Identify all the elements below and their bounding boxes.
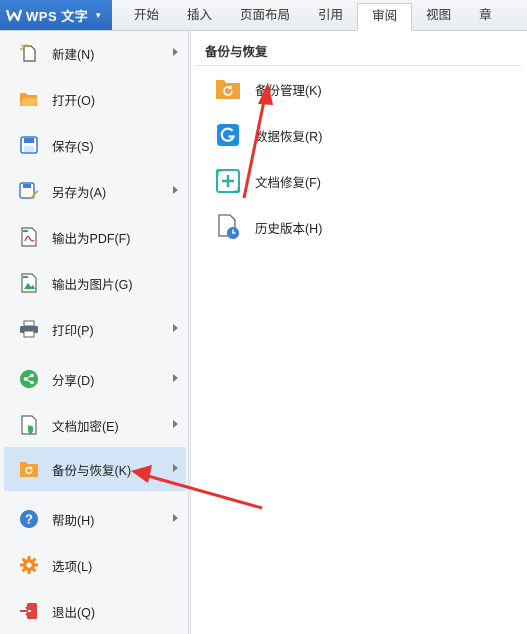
- submenu-arrow-icon: [173, 186, 178, 194]
- exit-icon: [18, 600, 40, 622]
- svg-text:?: ?: [25, 512, 33, 527]
- app-menu-button[interactable]: WPS 文字 ▼: [0, 0, 112, 30]
- menu-item-label: 保存(S): [52, 139, 94, 154]
- menu-item-label: 输出为PDF(F): [52, 231, 131, 246]
- ribbon-tabs: 开始 插入 页面布局 引用 审阅 视图 章: [120, 0, 506, 31]
- menu-item-label: 打开(O): [52, 93, 96, 108]
- menu-item-open[interactable]: 打开(O): [4, 77, 186, 121]
- data-recovery-icon: [215, 122, 241, 148]
- menu-item-save-as[interactable]: 另存为(A): [4, 169, 186, 213]
- menu-item-label: 文档加密(E): [52, 419, 119, 434]
- file-menu: 新建(N) 打开(O) 保存(S) 另存为(A) 输出为PDF(F) 输出为图片…: [0, 31, 189, 634]
- menu-item-label: 帮助(H): [52, 513, 95, 528]
- backup-manage-icon: [215, 76, 241, 102]
- submenu-arrow-icon: [173, 420, 178, 428]
- save-as-icon: [18, 180, 40, 202]
- backup-icon: [18, 458, 40, 480]
- tab-section[interactable]: 章: [465, 0, 506, 30]
- menu-item-encrypt[interactable]: 文档加密(E): [4, 403, 186, 447]
- print-icon: [18, 318, 40, 340]
- menu-item-label: 分享(D): [52, 373, 95, 388]
- tab-review[interactable]: 审阅: [357, 3, 413, 31]
- menu-item-label: 选项(L): [52, 559, 93, 574]
- divider: [195, 65, 522, 66]
- menu-item-share[interactable]: 分享(D): [4, 357, 186, 401]
- export-pdf-icon: [18, 226, 40, 248]
- app-title: WPS 文字: [26, 8, 89, 24]
- tab-home[interactable]: 开始: [120, 0, 173, 30]
- help-icon: ?: [18, 508, 40, 530]
- submenu-item-data-recovery[interactable]: 数据恢复(R): [215, 117, 322, 153]
- tab-references[interactable]: 引用: [304, 0, 357, 30]
- menu-item-label: 打印(P): [52, 323, 94, 338]
- menu-item-label: 新建(N): [52, 47, 95, 62]
- share-icon: [18, 368, 40, 390]
- menu-item-new[interactable]: 新建(N): [4, 31, 186, 75]
- new-doc-icon: [18, 42, 40, 64]
- menu-item-print[interactable]: 打印(P): [4, 307, 186, 351]
- tab-insert[interactable]: 插入: [173, 0, 226, 30]
- export-image-icon: [18, 272, 40, 294]
- tab-view[interactable]: 视图: [412, 0, 465, 30]
- menu-item-label: 备份与恢复(K): [52, 463, 132, 478]
- menu-item-backup-restore[interactable]: 备份与恢复(K): [4, 447, 186, 491]
- submenu-item-label: 备份管理(K): [255, 83, 322, 98]
- submenu-arrow-icon: [173, 324, 178, 332]
- menu-item-export-image[interactable]: 输出为图片(G): [4, 261, 186, 305]
- ribbon-tab-bar: WPS 文字 ▼ 开始 插入 页面布局 引用 审阅 视图 章: [0, 0, 527, 31]
- backup-restore-submenu: 备份与恢复 备份管理(K) 数据恢复(R) 文档修复(F) 历史版本(H): [190, 31, 527, 634]
- save-icon: [18, 134, 40, 156]
- encrypt-icon: [18, 414, 40, 436]
- history-icon: [215, 214, 241, 240]
- menu-item-label: 退出(Q): [52, 605, 96, 620]
- tab-page-layout[interactable]: 页面布局: [226, 0, 304, 30]
- submenu-item-label: 历史版本(H): [255, 221, 323, 236]
- submenu-arrow-icon: [173, 374, 178, 382]
- submenu-title: 备份与恢复: [205, 45, 268, 59]
- submenu-arrow-icon: [173, 48, 178, 56]
- submenu-item-history[interactable]: 历史版本(H): [215, 209, 322, 245]
- gear-icon: [18, 554, 40, 576]
- submenu-arrow-icon: [173, 514, 178, 522]
- submenu-item-label: 文档修复(F): [255, 175, 321, 190]
- submenu-arrow-icon: [173, 464, 178, 472]
- chevron-down-icon: ▼: [94, 10, 103, 20]
- doc-repair-icon: [215, 168, 241, 194]
- submenu-item-doc-repair[interactable]: 文档修复(F): [215, 163, 321, 199]
- submenu-item-label: 数据恢复(R): [255, 129, 323, 144]
- menu-item-export-pdf[interactable]: 输出为PDF(F): [4, 215, 186, 259]
- menu-item-label: 另存为(A): [52, 185, 107, 200]
- wps-logo-icon: [6, 7, 22, 23]
- menu-item-exit[interactable]: 退出(Q): [4, 589, 186, 633]
- menu-item-help[interactable]: ? 帮助(H): [4, 497, 186, 541]
- open-folder-icon: [18, 88, 40, 110]
- menu-item-save[interactable]: 保存(S): [4, 123, 186, 167]
- menu-item-options[interactable]: 选项(L): [4, 543, 186, 587]
- menu-item-label: 输出为图片(G): [52, 277, 133, 292]
- submenu-item-backup-manage[interactable]: 备份管理(K): [215, 71, 322, 107]
